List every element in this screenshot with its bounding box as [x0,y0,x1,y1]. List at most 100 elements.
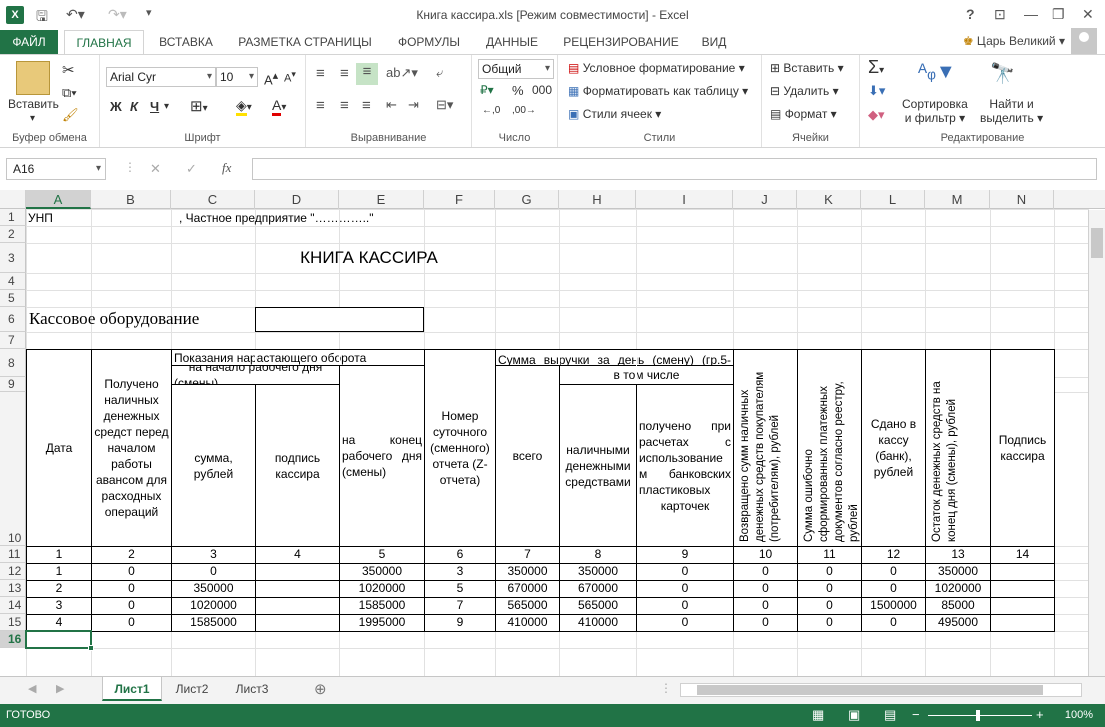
increase-indent-icon[interactable]: ⇥ [408,97,419,113]
find-select-icon[interactable]: 🔭 [990,61,1015,86]
font-size-combo[interactable]: 10 [216,67,258,87]
table-row-2-col-10[interactable]: 0 [734,581,797,597]
insert-function-icon[interactable]: fx [222,160,231,176]
cell-enterprise[interactable]: , Частное предприятие "………….." [179,211,459,225]
table-row-3-col-7[interactable]: 565000 [496,598,559,614]
format-as-table-button[interactable]: ▦ Форматировать как таблицу ▾ [568,84,748,98]
table-row-1-col-14[interactable] [991,564,1054,580]
equipment-input-box[interactable] [255,307,424,332]
borders-icon[interactable]: ⊞▾ [190,97,208,115]
row-header-11[interactable]: 11 [0,546,26,563]
table-row-3-col-14[interactable] [991,598,1054,614]
table-row-1-col-13[interactable]: 350000 [926,564,990,580]
header-advance[interactable]: Получено наличных денежных средст перед … [92,350,171,546]
column-number-11[interactable]: 11 [798,547,861,563]
header-end[interactable]: на конец рабочего дня (смены) [340,366,424,546]
header-sum[interactable]: сумма, рублей [172,385,255,546]
table-row-3-col-4[interactable] [256,598,339,614]
table-row-2-col-13[interactable]: 1020000 [926,581,990,597]
grow-font-icon[interactable]: A▴ [264,69,278,87]
table-row-4-col-11[interactable]: 0 [798,615,861,631]
number-format-combo[interactable]: Общий [478,59,554,79]
table-row-4-col-13[interactable]: 495000 [926,615,990,631]
table-row-4-col-2[interactable]: 0 [92,615,171,631]
row-header-4[interactable]: 4 [0,273,26,290]
align-top-icon[interactable]: ≡ [316,65,325,82]
align-left-icon[interactable]: ≡ [316,97,325,114]
header-total[interactable]: всего [496,366,559,546]
table-row-2-col-5[interactable]: 1020000 [340,581,424,597]
table-row-3-col-6[interactable]: 7 [425,598,495,614]
delete-cells-button[interactable]: ⊟ Удалить ▾ [770,84,839,98]
header-error[interactable]: Сумма ошибочно сформированных платежных … [802,354,862,542]
cut-icon[interactable]: ✂ [62,61,75,79]
paste-button[interactable]: Вставить [8,97,59,111]
worksheet-grid[interactable]: ABCDEFGHIJKLMN 1 2 3 4 5 6 7 8 9 10 11 12 13 14 15 16 У… [0,190,1105,676]
row-header-5[interactable]: 5 [0,290,26,307]
column-header-n[interactable]: N [990,190,1054,209]
table-row-1-col-5[interactable]: 350000 [340,564,424,580]
header-cash[interactable]: наличными денежными средствами [560,385,636,546]
table-row-2-col-8[interactable]: 670000 [560,581,636,597]
align-middle-icon[interactable]: ≡ [340,65,349,82]
table-row-1-col-4[interactable] [256,564,339,580]
header-balance[interactable]: Остаток денежных средств на конец дня (с… [930,354,960,542]
row-header-2[interactable]: 2 [0,226,26,243]
sheet-title[interactable]: КНИГА КАССИРА [169,248,569,270]
font-name-combo[interactable]: Arial Cyr [106,67,216,87]
header-including[interactable]: в том числе [560,366,733,384]
row-header-14[interactable]: 14 [0,597,26,614]
table-row-3-col-9[interactable]: 0 [637,598,733,614]
table-row-4-col-12[interactable]: 0 [862,615,925,631]
currency-icon[interactable]: ₽▾ [480,83,494,97]
table-row-3-col-5[interactable]: 1585000 [340,598,424,614]
row-header-12[interactable]: 12 [0,563,26,580]
column-header-i[interactable]: I [636,190,733,209]
tab-insert[interactable]: ВСТАВКА [150,30,222,54]
minimize-button[interactable]: — [1024,6,1038,22]
table-row-2-col-4[interactable] [256,581,339,597]
sheet-tab-3[interactable]: Лист3 [224,677,280,701]
comma-style-icon[interactable]: 000 [532,83,552,97]
scroll-right-sheets-icon[interactable]: ▶ [56,682,64,695]
header-date[interactable]: Дата [27,350,91,546]
table-row-4-col-8[interactable]: 410000 [560,615,636,631]
row-header-13[interactable]: 13 [0,580,26,597]
wrap-text-icon[interactable]: ⤶ [436,65,443,81]
column-header-e[interactable]: E [339,190,424,209]
fill-icon[interactable]: ⬇▾ [868,83,885,99]
row-header-1[interactable]: 1 [0,209,26,226]
column-header-a[interactable]: A [26,190,91,209]
table-row-2-col-6[interactable]: 5 [425,581,495,597]
table-row-2-col-1[interactable]: 2 [27,581,91,597]
table-row-1-col-9[interactable]: 0 [637,564,733,580]
sort-filter-icon[interactable]: ᴬᵩ▼ [918,61,956,84]
table-row-1-col-10[interactable]: 0 [734,564,797,580]
zoom-slider-thumb[interactable] [976,710,980,721]
table-row-3-col-10[interactable]: 0 [734,598,797,614]
avatar[interactable] [1071,28,1097,54]
table-row-3-col-1[interactable]: 3 [27,598,91,614]
tab-data[interactable]: ДАННЫЕ [480,30,544,54]
table-row-4-col-14[interactable] [991,615,1054,631]
table-row-2-col-11[interactable]: 0 [798,581,861,597]
row-header-7[interactable]: 7 [0,332,26,349]
column-number-14[interactable]: 14 [991,547,1054,563]
table-row-3-col-2[interactable]: 0 [92,598,171,614]
header-bank[interactable]: Сдано в кассу (банк), рублей [862,350,925,546]
column-header-k[interactable]: K [797,190,861,209]
row-header-3[interactable]: 3 [0,243,26,273]
header-sign[interactable]: подпись кассира [256,385,339,546]
decrease-indent-icon[interactable]: ⇤ [386,97,397,113]
header-z-number[interactable]: Номер суточного (сменного) отчета (Z-отч… [425,350,495,546]
table-row-3-col-3[interactable]: 1020000 [172,598,255,614]
row-header-16[interactable]: 16 [0,631,26,648]
column-header-f[interactable]: F [424,190,495,209]
find-select-button[interactable]: Найти и выделить ▾ [980,97,1043,125]
merge-center-icon[interactable]: ⊟▾ [436,97,453,113]
copy-icon[interactable]: ⧉▾ [62,85,77,101]
table-row-4-col-6[interactable]: 9 [425,615,495,631]
row-header-10[interactable]: 10 [0,392,26,546]
cell-styles-button[interactable]: ▣ Стили ячеек ▾ [568,107,661,121]
table-row-1-col-2[interactable]: 0 [92,564,171,580]
